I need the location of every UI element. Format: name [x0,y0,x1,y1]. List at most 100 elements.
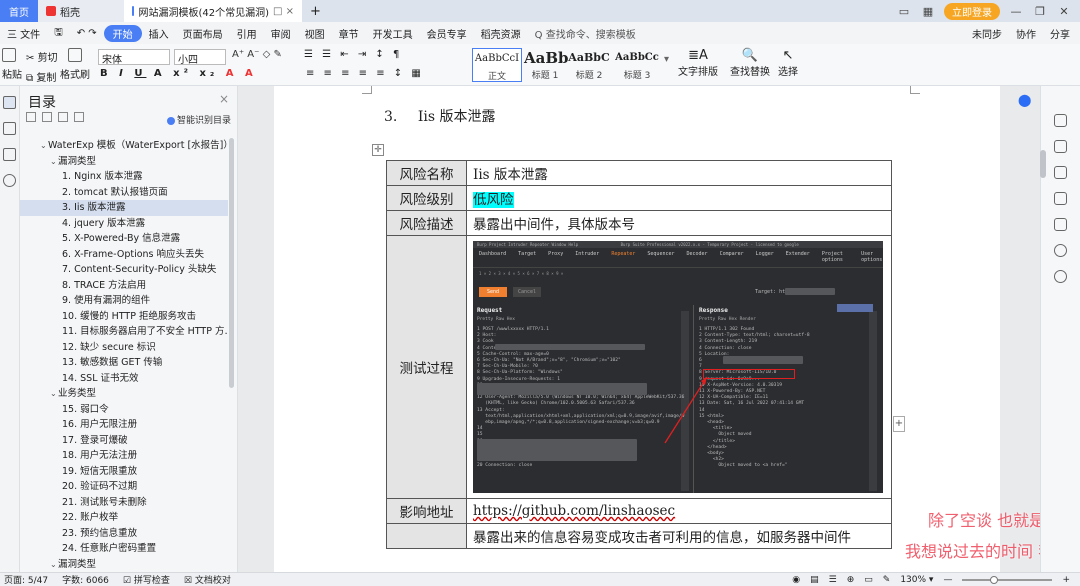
layout-icon[interactable]: ▭ [896,5,912,18]
close-tab-icon[interactable]: □ × [273,6,294,17]
toc-item[interactable]: 4. jquery 版本泄露 [20,216,228,232]
toc-item[interactable]: 13. 敏感数据 GET 传输 [20,355,228,371]
smart-toc-button[interactable]: 智能识别目录 [166,113,231,126]
style-heading2[interactable]: AaBbC 标题 2 [566,48,612,82]
zoom-out-icon[interactable]: — [943,575,952,585]
sync-status[interactable]: 未同步 [972,26,1002,41]
search-panel-icon[interactable] [3,174,16,187]
toc-scrollbar[interactable] [229,138,234,388]
menu-chapter[interactable]: 章节 [332,26,366,41]
docer-tab[interactable]: 稻壳 [38,0,124,22]
toc-item[interactable]: ⌄漏洞类型 [20,154,228,170]
file-menu[interactable]: 三 文件 [0,26,47,41]
pen-icon[interactable] [1054,140,1067,153]
toc-item[interactable]: 12. 缺少 secure 标识 [20,340,228,356]
proofread-toggle[interactable]: ☒ 文档校对 [184,573,231,586]
toc-item[interactable]: 10. 缓慢的 HTTP 拒绝服务攻击 [20,309,228,325]
bookmark-icon[interactable] [3,148,16,161]
toc-item[interactable]: 17. 登录可爆破 [20,433,228,449]
collapse-icon[interactable] [26,112,36,122]
chevron-down-icon[interactable]: ⌄ [50,557,58,573]
sliders-icon[interactable] [1054,192,1067,205]
menu-member[interactable]: 会员专享 [420,26,474,41]
login-button[interactable]: 立即登录 [944,2,1000,20]
new-tab-button[interactable]: + [302,0,329,22]
table-move-handle[interactable]: ✛ [372,144,384,156]
toc-item[interactable]: 19. 短信无限重放 [20,464,228,480]
web-view-icon[interactable]: ⊕ [847,575,855,585]
undo-icon[interactable]: ↶ ↷ [70,28,104,39]
save-icon[interactable]: 🖫 [47,25,70,42]
cut-button[interactable]: ✂ 剪切 [26,49,58,64]
target-icon[interactable] [1054,244,1067,257]
menu-start[interactable]: 开始 [103,24,142,42]
translate-icon[interactable] [1054,218,1067,231]
word-count[interactable]: 字数: 6066 [62,573,109,586]
style-heading1[interactable]: AaBb 标题 1 [524,48,569,82]
test-process-cell[interactable]: Burp Project Intruder Repeater Window He… [466,235,892,499]
risk-level-cell[interactable]: 低风险 [466,185,892,211]
collaborate-button[interactable]: 协作 [1016,26,1036,41]
toc-item[interactable]: 14. SSL 证书无效 [20,371,228,387]
toc-item[interactable]: 7. Content-Security-Policy 头缺失 [20,262,228,278]
command-search[interactable]: Q 查找命令、搜索模板 [528,26,643,41]
toc-item[interactable]: 18. 用户无法注册 [20,448,228,464]
spellcheck-toggle[interactable]: ☑ 拼写检查 [123,573,170,586]
find-replace-button[interactable]: 🔍 查找替换 [730,48,770,78]
copy-button[interactable]: ⧉ 复制 [26,69,56,84]
zoom-slider[interactable] [962,575,1053,584]
toc-item[interactable]: 3. Iis 版本泄露 [20,200,228,216]
toc-item[interactable]: 21. 测试账号未删除 [20,495,228,511]
menu-docer[interactable]: 稻壳资源 [474,26,528,41]
font-size-select[interactable]: 小四 [174,49,226,66]
toc-item[interactable]: ⌄漏洞类型 [20,557,228,573]
document-scrollbar[interactable] [1040,150,1046,178]
affected-url-cell[interactable]: https://github.com/linshaosec [466,498,892,524]
toc-item[interactable]: 22. 账户枚举 [20,510,228,526]
list-tools[interactable]: ☰ ☰ ⇤ ⇥ ↕ ¶ [304,49,402,60]
risk-desc-value[interactable]: 暴露出中间件，具体版本号 [466,210,892,236]
expand-icon[interactable] [42,112,52,122]
location-pin-icon[interactable]: ⬤ [1018,93,1031,107]
toc-item[interactable]: 6. X-Frame-Options 响应头丢失 [20,247,228,263]
eye-icon[interactable]: ◉ [792,575,800,585]
toc-item[interactable]: 15. 弱口令 [20,402,228,418]
toc-item[interactable]: 20. 验证码不过期 [20,479,228,495]
text-format-tools[interactable]: B I U A x² x₂ A A [100,68,257,79]
format-painter-button[interactable]: 格式刷 [60,48,90,81]
font-name-select[interactable]: 宋体 [98,49,170,66]
grid-icon[interactable]: ▦ [920,5,936,18]
menu-developer[interactable]: 开发工具 [366,26,420,41]
add-heading-icon[interactable] [58,112,68,122]
chevron-down-icon[interactable]: ⌄ [50,386,58,402]
share-button[interactable]: 分享 [1050,26,1070,41]
toc-item[interactable]: ⌄WaterExp 模板（WaterExport [水报告]） [20,138,228,154]
add-column-button[interactable]: + [893,416,905,432]
text-layout-button[interactable]: ≣A 文字排版 [678,48,718,78]
remove-heading-icon[interactable] [74,112,84,122]
toc-item[interactable]: 1. Nginx 版本泄露 [20,169,228,185]
toc-item[interactable]: 23. 预约信息重放 [20,526,228,542]
menu-reference[interactable]: 引用 [230,26,264,41]
help-icon[interactable] [1054,270,1067,283]
toc-item[interactable]: 11. 目标服务器启用了不安全 HTTP 方… [20,324,228,340]
cursor-select-icon[interactable] [1054,166,1067,179]
magic-icon[interactable] [1054,114,1067,127]
page-view-icon[interactable]: ▤ [810,575,819,585]
styles-expand-icon[interactable]: ▾ [664,54,669,65]
style-heading3[interactable]: AaBbCc 标题 3 [612,48,662,82]
menu-page-layout[interactable]: 页面布局 [176,26,230,41]
close-window-icon[interactable]: ✕ [1056,5,1072,18]
toc-item[interactable]: 2. tomcat 默认报错页面 [20,185,228,201]
home-tab[interactable]: 首页 [0,0,38,22]
impact-value[interactable]: 暴露出来的信息容易变成攻击者可利用的信息，如服务器中间件 [466,523,892,549]
zoom-slider-knob[interactable] [990,575,999,584]
menu-review[interactable]: 审阅 [264,26,298,41]
toc-item[interactable]: ⌄业务类型 [20,386,228,402]
align-tools[interactable]: ≡ ≡ ≡ ≡ ≡ ↕ ▦ [306,68,424,79]
style-normal[interactable]: AaBbCcI 正文 [472,48,522,82]
pen-mode-icon[interactable]: ✎ [883,575,891,585]
page-indicator[interactable]: 页面: 5/47 [4,573,48,586]
toc-item[interactable]: 24. 任意账户密码重置 [20,541,228,557]
bookmark-panel-icon[interactable] [3,122,16,135]
